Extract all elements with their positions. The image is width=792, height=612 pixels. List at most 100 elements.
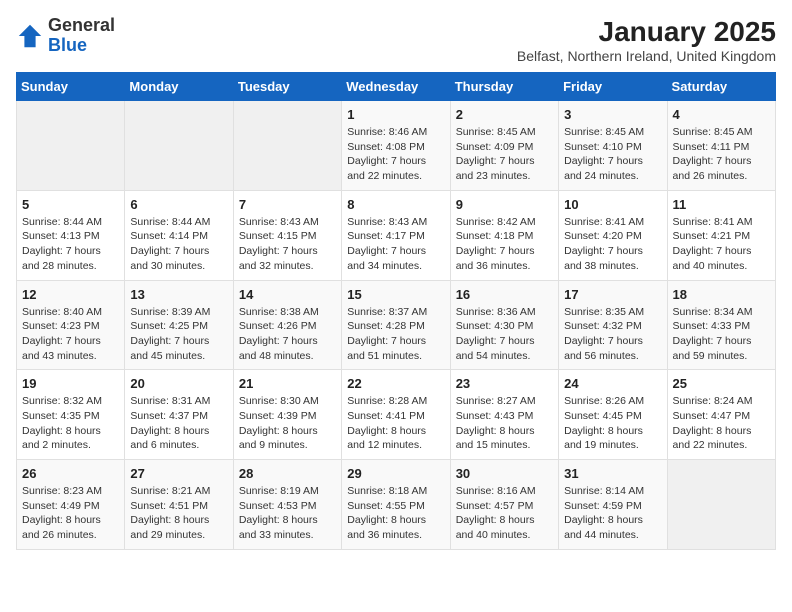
calendar-week-row: 5 Sunrise: 8:44 AM Sunset: 4:13 PM Daylig… [17, 190, 776, 280]
calendar-week-row: 12Sunrise: 8:40 AM Sunset: 4:23 PM Dayli… [17, 280, 776, 370]
day-number: 19 [22, 376, 119, 391]
calendar-cell: 23 Sunrise: 8:27 AM Sunset: 4:43 PM Dayli… [450, 370, 558, 460]
day-number: 4 [673, 107, 770, 122]
location: Belfast, Northern Ireland, United Kingdo… [517, 48, 776, 64]
calendar-cell: 3 Sunrise: 8:45 AM Sunset: 4:10 PM Daylig… [559, 101, 667, 191]
calendar-week-row: 26 Sunrise: 8:23 AM Sunset: 4:49 PM Dayli… [17, 460, 776, 550]
day-number: 5 [22, 197, 119, 212]
day-info: Sunrise: 8:39 AM Sunset: 4:25 PM Dayligh… [130, 305, 227, 364]
day-info: Sunrise: 8:19 AM Sunset: 4:53 PM Dayligh… [239, 484, 336, 543]
day-number: 13 [130, 287, 227, 302]
logo-general: General [48, 16, 115, 36]
day-info: Sunrise: 8:18 AM Sunset: 4:55 PM Dayligh… [347, 484, 444, 543]
day-number: 18 [673, 287, 770, 302]
header-row: SundayMondayTuesdayWednesdayThursdayFrid… [17, 73, 776, 101]
day-info: Sunrise: 8:32 AM Sunset: 4:35 PM Dayligh… [22, 394, 119, 453]
header-day: Friday [559, 73, 667, 101]
calendar-cell: 24 Sunrise: 8:26 AM Sunset: 4:45 PM Dayli… [559, 370, 667, 460]
logo-blue: Blue [48, 36, 115, 56]
day-number: 11 [673, 197, 770, 212]
logo-text: General Blue [48, 16, 115, 56]
calendar-cell [17, 101, 125, 191]
calendar-cell: 12Sunrise: 8:40 AM Sunset: 4:23 PM Dayli… [17, 280, 125, 370]
day-info: Sunrise: 8:31 AM Sunset: 4:37 PM Dayligh… [130, 394, 227, 453]
calendar-cell [233, 101, 341, 191]
calendar-week-row: 1 Sunrise: 8:46 AM Sunset: 4:08 PM Daylig… [17, 101, 776, 191]
day-info: Sunrise: 8:44 AM Sunset: 4:14 PM Dayligh… [130, 215, 227, 274]
calendar-cell: 30Sunrise: 8:16 AM Sunset: 4:57 PM Dayli… [450, 460, 558, 550]
day-number: 22 [347, 376, 444, 391]
calendar-cell: 10Sunrise: 8:41 AM Sunset: 4:20 PM Dayli… [559, 190, 667, 280]
day-number: 31 [564, 466, 661, 481]
calendar-header: SundayMondayTuesdayWednesdayThursdayFrid… [17, 73, 776, 101]
day-info: Sunrise: 8:41 AM Sunset: 4:21 PM Dayligh… [673, 215, 770, 274]
calendar-cell: 26 Sunrise: 8:23 AM Sunset: 4:49 PM Dayli… [17, 460, 125, 550]
day-info: Sunrise: 8:46 AM Sunset: 4:08 PM Dayligh… [347, 125, 444, 184]
day-number: 23 [456, 376, 553, 391]
day-number: 3 [564, 107, 661, 122]
calendar-cell: 18 Sunrise: 8:34 AM Sunset: 4:33 PM Dayli… [667, 280, 775, 370]
day-number: 26 [22, 466, 119, 481]
calendar-cell: 5 Sunrise: 8:44 AM Sunset: 4:13 PM Daylig… [17, 190, 125, 280]
logo-icon [16, 22, 44, 50]
day-info: Sunrise: 8:43 AM Sunset: 4:17 PM Dayligh… [347, 215, 444, 274]
calendar-table: SundayMondayTuesdayWednesdayThursdayFrid… [16, 72, 776, 550]
day-info: Sunrise: 8:41 AM Sunset: 4:20 PM Dayligh… [564, 215, 661, 274]
day-number: 25 [673, 376, 770, 391]
calendar-body: 1 Sunrise: 8:46 AM Sunset: 4:08 PM Daylig… [17, 101, 776, 550]
day-info: Sunrise: 8:45 AM Sunset: 4:11 PM Dayligh… [673, 125, 770, 184]
day-number: 6 [130, 197, 227, 212]
calendar-cell: 31 Sunrise: 8:14 AM Sunset: 4:59 PM Dayli… [559, 460, 667, 550]
calendar-cell: 8Sunrise: 8:43 AM Sunset: 4:17 PM Daylig… [342, 190, 450, 280]
title-area: January 2025 Belfast, Northern Ireland, … [517, 16, 776, 64]
day-info: Sunrise: 8:23 AM Sunset: 4:49 PM Dayligh… [22, 484, 119, 543]
calendar-cell: 7 Sunrise: 8:43 AM Sunset: 4:15 PM Daylig… [233, 190, 341, 280]
day-info: Sunrise: 8:30 AM Sunset: 4:39 PM Dayligh… [239, 394, 336, 453]
calendar-cell: 2 Sunrise: 8:45 AM Sunset: 4:09 PM Daylig… [450, 101, 558, 191]
day-number: 30 [456, 466, 553, 481]
day-info: Sunrise: 8:43 AM Sunset: 4:15 PM Dayligh… [239, 215, 336, 274]
day-number: 2 [456, 107, 553, 122]
day-number: 7 [239, 197, 336, 212]
calendar-cell: 16Sunrise: 8:36 AM Sunset: 4:30 PM Dayli… [450, 280, 558, 370]
calendar-cell: 25Sunrise: 8:24 AM Sunset: 4:47 PM Dayli… [667, 370, 775, 460]
calendar-cell: 29Sunrise: 8:18 AM Sunset: 4:55 PM Dayli… [342, 460, 450, 550]
calendar-cell: 20Sunrise: 8:31 AM Sunset: 4:37 PM Dayli… [125, 370, 233, 460]
day-info: Sunrise: 8:36 AM Sunset: 4:30 PM Dayligh… [456, 305, 553, 364]
header-day: Monday [125, 73, 233, 101]
day-info: Sunrise: 8:21 AM Sunset: 4:51 PM Dayligh… [130, 484, 227, 543]
calendar-cell: 21 Sunrise: 8:30 AM Sunset: 4:39 PM Dayli… [233, 370, 341, 460]
month-title: January 2025 [517, 16, 776, 48]
day-number: 1 [347, 107, 444, 122]
logo: General Blue [16, 16, 115, 56]
calendar-cell: 15Sunrise: 8:37 AM Sunset: 4:28 PM Dayli… [342, 280, 450, 370]
day-info: Sunrise: 8:14 AM Sunset: 4:59 PM Dayligh… [564, 484, 661, 543]
calendar-cell: 22 Sunrise: 8:28 AM Sunset: 4:41 PM Dayli… [342, 370, 450, 460]
day-info: Sunrise: 8:34 AM Sunset: 4:33 PM Dayligh… [673, 305, 770, 364]
day-info: Sunrise: 8:45 AM Sunset: 4:09 PM Dayligh… [456, 125, 553, 184]
day-info: Sunrise: 8:26 AM Sunset: 4:45 PM Dayligh… [564, 394, 661, 453]
day-number: 14 [239, 287, 336, 302]
calendar-cell: 17 Sunrise: 8:35 AM Sunset: 4:32 PM Dayli… [559, 280, 667, 370]
header: General Blue January 2025 Belfast, North… [16, 16, 776, 64]
calendar-cell: 11 Sunrise: 8:41 AM Sunset: 4:21 PM Dayli… [667, 190, 775, 280]
calendar-cell: 14Sunrise: 8:38 AM Sunset: 4:26 PM Dayli… [233, 280, 341, 370]
day-number: 17 [564, 287, 661, 302]
calendar-cell: 9Sunrise: 8:42 AM Sunset: 4:18 PM Daylig… [450, 190, 558, 280]
day-info: Sunrise: 8:44 AM Sunset: 4:13 PM Dayligh… [22, 215, 119, 274]
day-number: 21 [239, 376, 336, 391]
calendar-week-row: 19 Sunrise: 8:32 AM Sunset: 4:35 PM Dayli… [17, 370, 776, 460]
day-info: Sunrise: 8:35 AM Sunset: 4:32 PM Dayligh… [564, 305, 661, 364]
calendar-cell: 1 Sunrise: 8:46 AM Sunset: 4:08 PM Daylig… [342, 101, 450, 191]
day-info: Sunrise: 8:27 AM Sunset: 4:43 PM Dayligh… [456, 394, 553, 453]
header-day: Wednesday [342, 73, 450, 101]
day-info: Sunrise: 8:37 AM Sunset: 4:28 PM Dayligh… [347, 305, 444, 364]
day-number: 27 [130, 466, 227, 481]
day-number: 9 [456, 197, 553, 212]
day-info: Sunrise: 8:28 AM Sunset: 4:41 PM Dayligh… [347, 394, 444, 453]
day-number: 24 [564, 376, 661, 391]
header-day: Tuesday [233, 73, 341, 101]
day-info: Sunrise: 8:45 AM Sunset: 4:10 PM Dayligh… [564, 125, 661, 184]
calendar-cell: 19 Sunrise: 8:32 AM Sunset: 4:35 PM Dayli… [17, 370, 125, 460]
header-day: Sunday [17, 73, 125, 101]
